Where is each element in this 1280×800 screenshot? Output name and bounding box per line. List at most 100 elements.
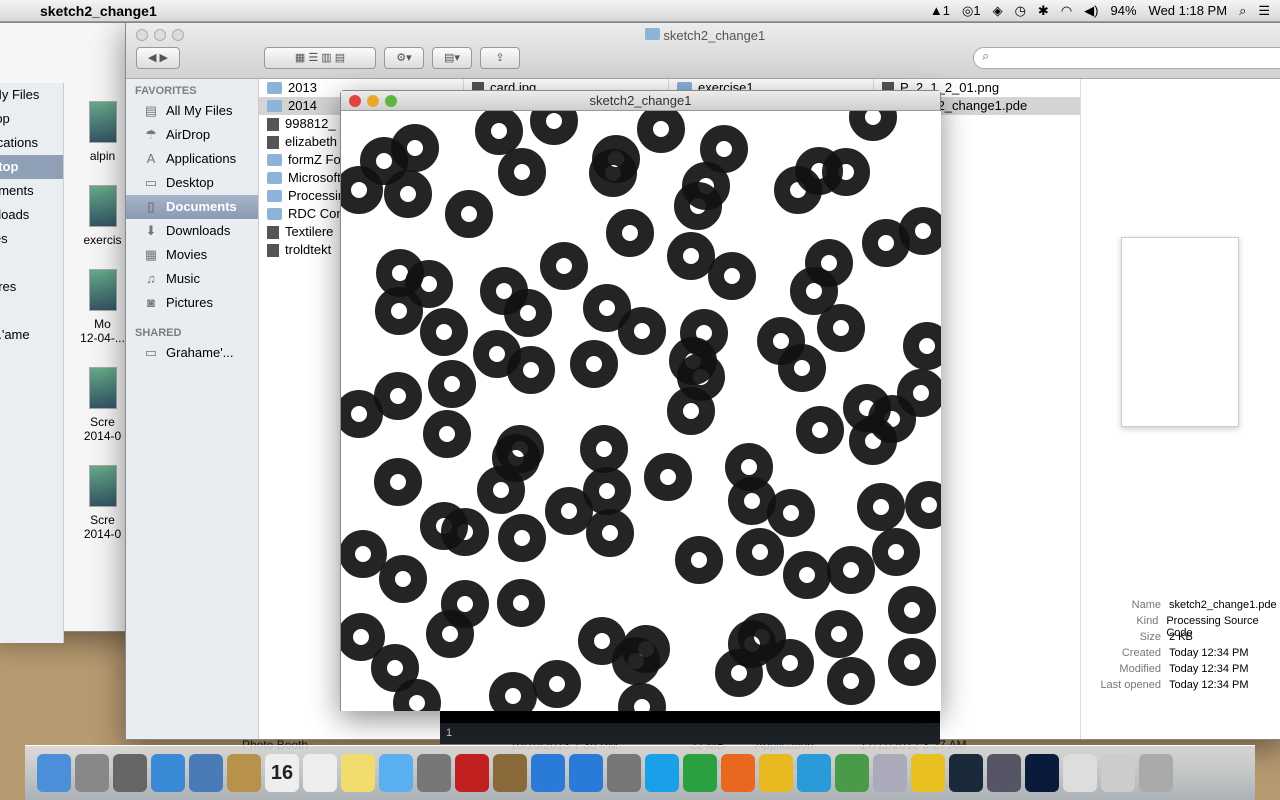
sidebar-item[interactable]: ▦ Movies [126, 243, 258, 267]
ring-mark [778, 344, 826, 392]
sidebar-item[interactable]: ⬇ Downloads [126, 219, 258, 243]
console-line-number: 1 [446, 727, 453, 739]
finder-icon[interactable] [37, 754, 71, 792]
time-machine-icon[interactable]: ◷ [1015, 3, 1026, 19]
sidebar-item[interactable]: ▯ Documents [126, 195, 258, 219]
share-button[interactable]: ⇪ [480, 47, 520, 69]
zoom-button[interactable] [385, 95, 397, 107]
ring-mark [736, 528, 784, 576]
back-sidebar-item[interactable]: nloads [0, 203, 63, 227]
ring-mark [428, 360, 476, 408]
itunes-icon[interactable] [531, 754, 565, 792]
ring-mark [570, 340, 618, 388]
close-button[interactable] [349, 95, 361, 107]
contacts-icon[interactable] [227, 754, 261, 792]
file-name: 2014 [288, 98, 317, 113]
back-sidebar-item[interactable]: lications [0, 131, 63, 155]
adobe-status-icon[interactable]: ▲1 [930, 3, 950, 18]
ring-mark [827, 657, 875, 705]
photo-booth-icon[interactable] [455, 754, 489, 792]
java-icon[interactable] [1063, 754, 1097, 792]
notes-icon[interactable] [341, 754, 375, 792]
outlook-icon[interactable] [759, 754, 793, 792]
mail-icon[interactable] [189, 754, 223, 792]
dropbox-icon[interactable]: ◈ [993, 3, 1003, 19]
creative-cloud-icon[interactable]: ◎1 [962, 3, 981, 19]
app-store-icon[interactable] [569, 754, 603, 792]
iphoto-icon[interactable] [493, 754, 527, 792]
battery-status[interactable]: 94% [1111, 3, 1137, 18]
app-menu[interactable]: sketch2_change1 [40, 3, 157, 19]
wifi-icon[interactable]: ◠ [1061, 3, 1072, 19]
back-sidebar-item[interactable]: My Files [0, 83, 63, 107]
sidebar-item[interactable]: ◙ Pictures [126, 291, 258, 315]
facetime-icon[interactable] [417, 754, 451, 792]
sidebar-item[interactable]: ▭ Grahame'... [126, 341, 258, 365]
sketch-canvas [341, 111, 941, 711]
ring-mark [586, 509, 634, 557]
ring-mark [766, 639, 814, 687]
processing-sketch-window[interactable]: sketch2_change1 [340, 90, 941, 711]
back-sidebar-item[interactable]: uments [0, 179, 63, 203]
back-sidebar-item[interactable]: ktop [0, 155, 63, 179]
sidebar-item[interactable]: ▤ All My Files [126, 99, 258, 123]
ring-mark [545, 487, 593, 535]
view-mode-buttons[interactable]: ▦ ☰ ▥ ▤ [264, 47, 376, 69]
mission-control-icon[interactable] [113, 754, 147, 792]
messenger-icon[interactable] [797, 754, 831, 792]
calendar-icon[interactable]: 16 [265, 754, 299, 792]
volume-icon[interactable]: ◀) [1084, 3, 1098, 19]
sidebar-item[interactable]: A Applications [126, 147, 258, 171]
back-sidebar-item[interactable]: ame'... [0, 323, 63, 347]
back-sidebar-item[interactable]: ies [0, 227, 63, 251]
clock[interactable]: Wed 1:18 PM [1149, 3, 1228, 18]
sidebar-item[interactable]: ♫ Music [126, 267, 258, 291]
launchpad-icon[interactable] [75, 754, 109, 792]
sidebar-item[interactable]: ☂ AirDrop [126, 123, 258, 147]
trash-icon[interactable] [1139, 754, 1173, 792]
formz-icon[interactable] [911, 754, 945, 792]
action-gear-button[interactable]: ⚙▾ [384, 47, 424, 69]
background-finder-window[interactable]: My Filesroplicationsktopumentsnloadsiesi… [0, 22, 140, 643]
system-preferences-icon[interactable] [607, 754, 641, 792]
download-icon[interactable] [835, 754, 869, 792]
search-input[interactable]: ⌕ [973, 47, 1280, 69]
ring-mark [618, 307, 666, 355]
search-icon: ⌕ [982, 48, 990, 63]
info-value: Processing Source Code [1166, 615, 1259, 639]
back-sidebar-item[interactable] [0, 299, 63, 323]
back-sidebar-item[interactable]: rop [0, 107, 63, 131]
ring-mark [767, 489, 815, 537]
ring-mark [375, 287, 423, 335]
spotlight-icon[interactable]: ⌕ [1239, 3, 1246, 19]
powerpoint-icon[interactable] [721, 754, 755, 792]
back-sidebar-item[interactable]: ures [0, 275, 63, 299]
minimize-button[interactable] [367, 95, 379, 107]
back-sidebar-item[interactable]: ic [0, 251, 63, 275]
ring-mark [899, 207, 941, 255]
downloads-icon: ⬇ [145, 223, 157, 238]
arrange-button[interactable]: ▤▾ [432, 47, 472, 69]
notification-center-icon[interactable]: ☰ [1258, 3, 1270, 19]
photoshop-icon[interactable] [1025, 754, 1059, 792]
ring-mark [420, 308, 468, 356]
file-name: troldtekt [285, 242, 332, 257]
preview-icon[interactable] [873, 754, 907, 792]
pictures-icon: ◙ [147, 295, 155, 310]
github-icon[interactable] [987, 754, 1021, 792]
ring-mark [540, 242, 588, 290]
ring-mark [675, 536, 723, 584]
processing-icon[interactable] [949, 754, 983, 792]
messages-icon[interactable] [379, 754, 413, 792]
sidebar-item[interactable]: ▭ Desktop [126, 171, 258, 195]
excel-icon[interactable] [683, 754, 717, 792]
safari-icon[interactable] [151, 754, 185, 792]
back-forward-buttons[interactable]: ◀ ▶ [136, 47, 180, 69]
word-icon[interactable] [645, 754, 679, 792]
bluetooth-icon[interactable]: ✱ [1038, 3, 1049, 19]
ring-mark [374, 458, 422, 506]
documents-stack-icon[interactable] [1101, 754, 1135, 792]
server-icon: ▭ [144, 345, 158, 360]
reminders-icon[interactable] [303, 754, 337, 792]
folder-icon [267, 154, 282, 166]
